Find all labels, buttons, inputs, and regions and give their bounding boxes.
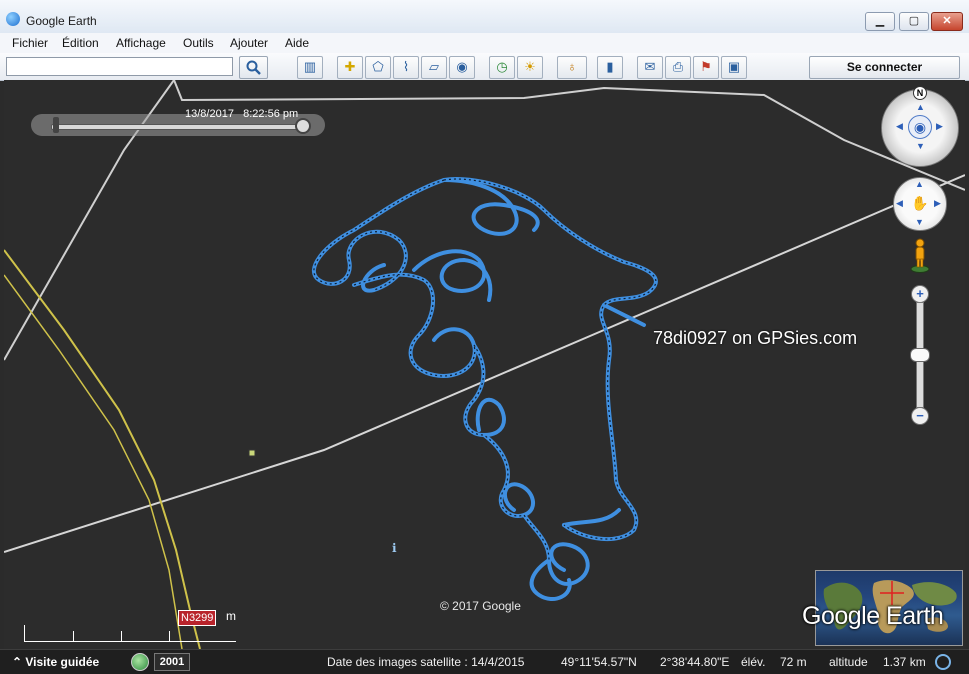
- sunlight-icon[interactable]: ☀: [517, 56, 543, 79]
- look-down-arrow-icon[interactable]: ▼: [916, 141, 925, 151]
- google-earth-app-icon: [6, 12, 20, 26]
- time-slider-track[interactable]: [51, 124, 301, 130]
- zoom-out-button[interactable]: −: [911, 407, 929, 425]
- elevation-value: 72 m: [780, 655, 807, 669]
- look-eye-icon[interactable]: ◉: [908, 115, 932, 139]
- polygon-icon[interactable]: ⬠: [365, 56, 391, 79]
- compass-north-button[interactable]: N: [913, 86, 927, 100]
- search-button[interactable]: [239, 56, 268, 79]
- sign-in-button[interactable]: Se connecter: [809, 56, 960, 79]
- email-icon[interactable]: ✉: [637, 56, 663, 79]
- minimize-button[interactable]: ▁: [865, 12, 895, 31]
- menu-outils[interactable]: Outils: [183, 36, 214, 50]
- path-icon[interactable]: ⌇: [393, 56, 419, 79]
- time-slider-end-handle[interactable]: [295, 118, 311, 134]
- search-icon: [246, 60, 261, 75]
- image-overlay-icon[interactable]: ▱: [421, 56, 447, 79]
- pan-left-arrow-icon[interactable]: ◀: [896, 198, 903, 209]
- close-button[interactable]: ✕: [931, 12, 963, 31]
- track-label[interactable]: 78di0927 on GPSies.com: [653, 328, 857, 349]
- view-in-maps-icon[interactable]: ⚑: [693, 56, 719, 79]
- print-icon[interactable]: ⎙: [665, 56, 691, 79]
- toolbar: ▥ ✚ ⬠ ⌇ ▱ ◉ ◷ ☀ ♁ ▮ ✉ ⎙ ⚑ ▣ Se connecter: [0, 53, 969, 81]
- scale-unit: m: [226, 609, 236, 623]
- street-view-pegman-icon[interactable]: [909, 237, 931, 273]
- historical-imagery-icon[interactable]: ◷: [489, 56, 515, 79]
- zoom-slider-handle[interactable]: [910, 348, 930, 362]
- pan-up-arrow-icon[interactable]: ▲: [915, 179, 924, 189]
- gps-track: [312, 177, 658, 601]
- menu-edition[interactable]: Édition: [62, 36, 99, 50]
- historical-imagery-status-icon[interactable]: [131, 653, 149, 671]
- look-left-arrow-icon[interactable]: ◀: [896, 121, 903, 132]
- search-input[interactable]: [6, 57, 233, 76]
- elevation-label: élév.: [741, 655, 766, 669]
- ruler-icon[interactable]: ▮: [597, 56, 623, 79]
- guided-tour-label: Visite guidée: [25, 655, 100, 669]
- longitude-readout: 2°38'44.80"E: [660, 655, 730, 669]
- title-bar: Google Earth ▁ ▢ ✕: [0, 0, 969, 34]
- imagery-year[interactable]: 2001: [154, 653, 190, 671]
- planets-icon[interactable]: ♁: [557, 56, 587, 79]
- pan-right-arrow-icon[interactable]: ▶: [934, 198, 941, 209]
- time-slider-start-handle[interactable]: [53, 117, 59, 133]
- chevron-up-icon: ⌃: [12, 655, 26, 669]
- menu-ajouter[interactable]: Ajouter: [230, 36, 268, 50]
- info-marker-icon[interactable]: ℹ: [392, 541, 397, 555]
- save-image-icon[interactable]: ▣: [721, 56, 747, 79]
- map-viewport[interactable]: ℹ 13/8/2017 8:22:56 pm 78di0927 on GPSie…: [4, 80, 965, 649]
- altitude-value: 1.37 km: [883, 655, 926, 669]
- maximize-button[interactable]: ▢: [899, 12, 929, 31]
- map-overlay: ℹ: [4, 80, 965, 649]
- look-up-arrow-icon[interactable]: ▲: [916, 102, 925, 112]
- google-earth-logo: Google Earth: [802, 602, 944, 630]
- menu-bar: Fichier Édition Affichage Outils Ajouter…: [0, 33, 969, 53]
- sidebar-toggle-icon[interactable]: ▥: [297, 56, 323, 79]
- window-title: Google Earth: [26, 14, 97, 28]
- streaming-status-icon: [935, 654, 951, 670]
- guided-tour-button[interactable]: ⌃ Visite guidée: [6, 653, 111, 671]
- menu-affichage[interactable]: Affichage: [116, 36, 166, 50]
- menu-fichier[interactable]: Fichier: [12, 36, 48, 50]
- zoom-in-button[interactable]: +: [911, 285, 929, 303]
- map-copyright: © 2017 Google: [440, 599, 521, 613]
- look-right-arrow-icon[interactable]: ▶: [936, 121, 943, 132]
- menu-aide[interactable]: Aide: [285, 36, 309, 50]
- road-yellow-2: [4, 274, 183, 649]
- map-marker-square[interactable]: [248, 449, 256, 457]
- altitude-label: altitude: [829, 655, 868, 669]
- imagery-date: Date des images satellite : 14/4/2015: [327, 655, 525, 669]
- pan-hand-icon[interactable]: ✋: [910, 193, 930, 213]
- status-bar: ⌃ Visite guidée 2001 Date des images sat…: [0, 649, 969, 674]
- latitude-readout: 49°11'54.57"N: [561, 655, 637, 669]
- placemark-icon[interactable]: ✚: [337, 56, 363, 79]
- time-label: 13/8/2017 8:22:56 pm: [185, 108, 299, 120]
- pan-down-arrow-icon[interactable]: ▼: [915, 217, 924, 227]
- record-tour-icon[interactable]: ◉: [449, 56, 475, 79]
- road-label: N3299: [178, 610, 217, 626]
- scale-bar: [24, 625, 236, 642]
